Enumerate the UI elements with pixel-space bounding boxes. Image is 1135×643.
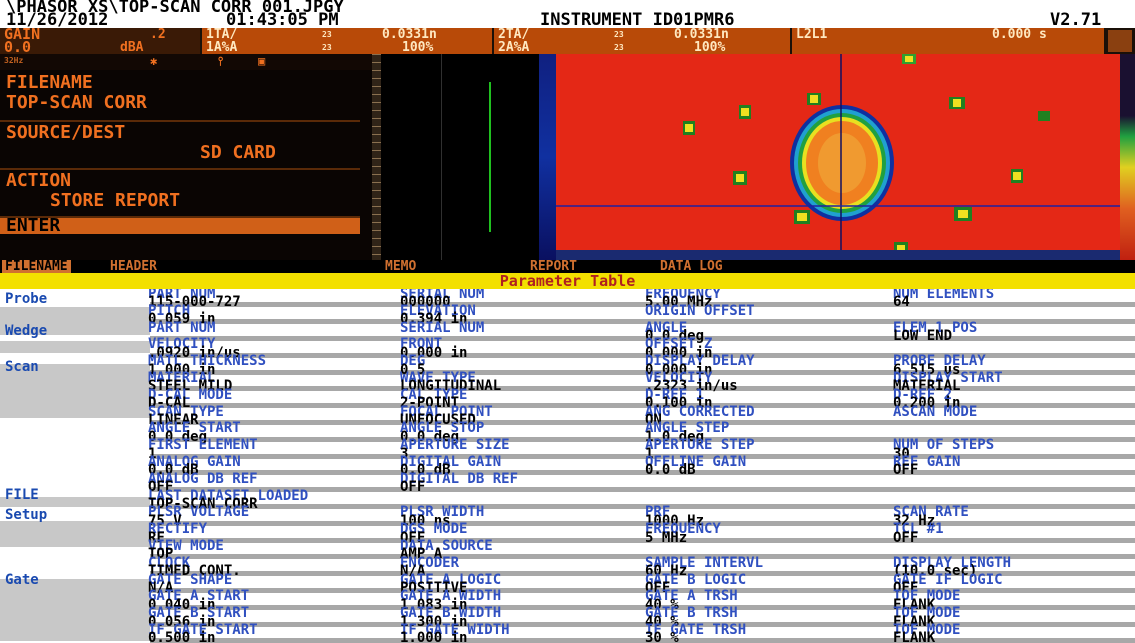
section-label[interactable]: FILE: [5, 487, 39, 503]
row-stripe: [150, 302, 1135, 308]
icon-strip: 32Hz ✱ ⫯ ▣: [0, 54, 372, 70]
row-stripe: [150, 470, 1135, 476]
section-label[interactable]: Probe: [5, 291, 47, 307]
param-label: APERTURE SIZE: [400, 437, 510, 454]
row-stripe: [150, 537, 1135, 543]
menu-action-title: ACTION: [6, 170, 72, 191]
reading-value: 0.000 s: [992, 27, 1047, 42]
antenna-icon: ⫯: [218, 54, 224, 68]
menu-source-value: SD CARD: [200, 142, 276, 163]
row-stripe: [150, 336, 1135, 341]
row-stripe: [150, 621, 1135, 627]
row-stripe: [150, 352, 1135, 358]
reading-label: L2L1: [796, 27, 828, 42]
menu-enter-title: ENTER: [6, 215, 61, 236]
reading-3[interactable]: L2L1 0.000 s: [792, 28, 1104, 54]
reading-1[interactable]: 1TA/ 23 0.0331n 1A%A 23 100%: [202, 28, 492, 54]
menu-source-title: SOURCE/DEST: [6, 122, 126, 143]
reading-label: 2A%A: [498, 40, 530, 55]
tab-filename[interactable]: FILENAME: [2, 260, 71, 273]
menu-source-dest[interactable]: SOURCE/DEST SD CARD: [0, 122, 360, 170]
section-label[interactable]: Scan: [5, 359, 39, 375]
reading-label: 1A%A: [206, 40, 238, 55]
time: 01:43:05 PM: [226, 10, 339, 30]
param-value[interactable]: 5 MHz: [645, 531, 687, 545]
reading-2[interactable]: 2TA/ 23 0.0331n 2A%A 23 100%: [494, 28, 790, 54]
param-value[interactable]: OFF: [893, 531, 918, 545]
param-value[interactable]: 0.0 dB: [645, 463, 696, 477]
param-label: SERIAL NUM: [400, 319, 485, 336]
param-label: FIRST ELEMENT: [148, 437, 258, 454]
param-label: APERTURE STEP: [645, 437, 755, 454]
depth-ruler: [372, 54, 381, 260]
parameter-table-title: Parameter Table: [0, 273, 1135, 289]
amplitude-scale: [1120, 54, 1135, 260]
gain-bar: GAIN .2 0.0 dBA 1TA/ 23 0.0331n 1A%A 23 …: [0, 27, 1135, 56]
row-stripe: [150, 386, 1135, 392]
section-shade: [0, 521, 150, 547]
row-stripe: [150, 420, 1135, 425]
menu-enter[interactable]: ENTER: [0, 215, 360, 236]
ascan-gridline: [441, 54, 442, 260]
row-stripe: [150, 520, 1135, 526]
menu-filename[interactable]: FILENAME TOP-SCAN CORR: [0, 70, 360, 122]
device-icon: ▣: [258, 54, 266, 68]
row-stripe: [150, 319, 1135, 325]
instrument-id: INSTRUMENT ID01PMR6: [540, 10, 735, 30]
freq-badge: 32Hz: [4, 56, 24, 65]
tab-header[interactable]: HEADER: [110, 260, 157, 273]
section-label[interactable]: Wedge: [5, 323, 47, 339]
tab-data-log[interactable]: DATA LOG: [660, 260, 723, 273]
gain-cell[interactable]: GAIN .2 0.0 dBA: [0, 27, 200, 56]
row-stripe: [150, 604, 1135, 610]
param-value[interactable]: 30 %: [645, 631, 679, 643]
param-value[interactable]: OFF: [400, 480, 425, 494]
reading-super: 23: [322, 43, 332, 52]
cscan-view[interactable]: [556, 54, 1120, 260]
title-bar: \PHASOR XS\TOP-SCAN CORR 001.JPGY 11/26/…: [0, 0, 1135, 30]
row-stripe: [150, 588, 1135, 593]
param-label: ORIGIN OFFSET: [645, 302, 755, 319]
param-label: ASCAN MODE: [893, 403, 978, 420]
version: V2.71: [1050, 10, 1102, 30]
param-value[interactable]: LOW END: [893, 329, 952, 343]
reading-value: 100%: [402, 40, 434, 55]
param-value[interactable]: FLANK: [893, 631, 935, 643]
reading-value: 100%: [694, 40, 726, 55]
row-stripe: [150, 504, 1135, 509]
param-value[interactable]: 0.500 in: [148, 631, 215, 643]
param-label: PART NUM: [148, 319, 216, 336]
ascan-view[interactable]: [381, 54, 539, 260]
menu-action-value: STORE REPORT: [50, 190, 181, 211]
param-value[interactable]: 64: [893, 295, 910, 309]
left-menu: 32Hz ✱ ⫯ ▣ FILENAME TOP-SCAN CORR SOURCE…: [0, 54, 372, 260]
menu-filename-value: TOP-SCAN CORR: [6, 92, 147, 113]
parameter-table: Probe Wedge Scan FILE Setup Gate PART NUM SERIA…: [0, 289, 1135, 643]
corrosion-region: [790, 105, 894, 221]
tab-memo[interactable]: MEMO: [385, 260, 416, 273]
param-value[interactable]: OFF: [893, 463, 918, 477]
gain-step: .2: [150, 27, 166, 42]
section-label[interactable]: Gate: [5, 572, 39, 588]
section-label[interactable]: Setup: [5, 507, 47, 523]
color-scale: [539, 54, 556, 260]
reading-super: 23: [614, 43, 624, 52]
snowflake-icon: ✱: [150, 54, 158, 68]
row-stripe: [150, 638, 1135, 643]
cscan-image: [556, 54, 1120, 260]
row-stripe: [150, 453, 1135, 459]
gain-unit: dBA: [120, 40, 144, 55]
menu-filename-title: FILENAME: [6, 72, 93, 93]
section-shade: [0, 341, 150, 353]
row-stripe: [150, 403, 1135, 409]
reading-super: 23: [322, 30, 332, 39]
ascan-signal: [489, 82, 491, 232]
reading-super: 23: [614, 30, 624, 39]
section-shade: [0, 579, 150, 641]
param-value[interactable]: 1.000 in: [400, 631, 467, 643]
menu-action[interactable]: ACTION STORE REPORT: [0, 170, 360, 218]
gain-value: 0.0: [4, 38, 32, 56]
battery-icon: [1108, 30, 1132, 52]
